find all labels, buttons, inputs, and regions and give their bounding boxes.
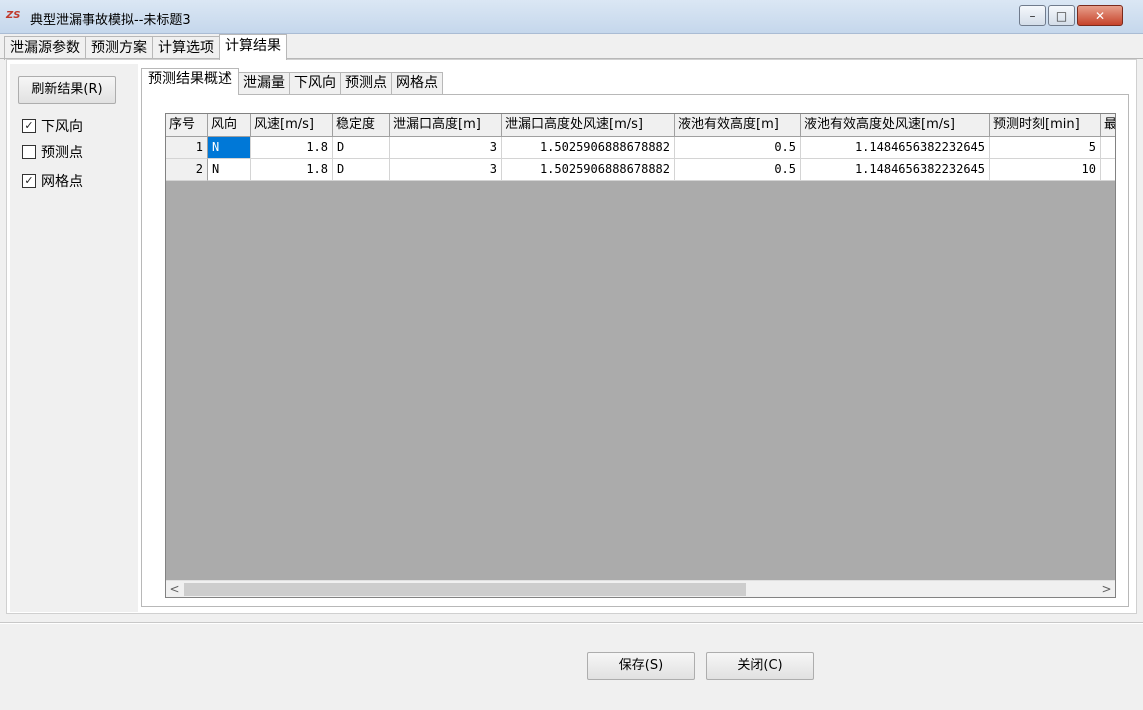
table-cell[interactable]: 1: [166, 137, 208, 159]
table-cell[interactable]: 10: [990, 159, 1101, 181]
window-controls: – □ ✕: [1019, 5, 1123, 26]
table-cell[interactable]: [1101, 159, 1115, 181]
tab-prediction-points[interactable]: 预测点: [340, 72, 392, 94]
table-cell[interactable]: 0.5: [675, 137, 801, 159]
table-cell-selected[interactable]: N: [208, 137, 251, 159]
table-cell[interactable]: 1.1484656382232645: [801, 159, 990, 181]
table-cell[interactable]: 1.8: [251, 137, 333, 159]
column-header[interactable]: 预测时刻[min]: [990, 114, 1101, 137]
scroll-left-icon[interactable]: <: [166, 581, 183, 597]
tab-downwind[interactable]: 下风向: [289, 72, 341, 94]
table-cell[interactable]: 3: [390, 159, 502, 181]
table-cell[interactable]: [1101, 137, 1115, 159]
window-title: 典型泄漏事故模拟--未标题3: [30, 13, 191, 28]
table-cell[interactable]: 1.8: [251, 159, 333, 181]
tab-grid-points[interactable]: 网格点: [391, 72, 443, 94]
column-header[interactable]: 最: [1101, 114, 1115, 137]
minimize-button[interactable]: –: [1019, 5, 1046, 26]
table-row[interactable]: 2 N 1.8 D 3 1.5025906888678882 0.5 1.148…: [166, 159, 1115, 181]
column-header[interactable]: 风向: [208, 114, 251, 137]
column-header[interactable]: 稳定度: [333, 114, 390, 137]
table-cell[interactable]: 1.1484656382232645: [801, 137, 990, 159]
table-cell[interactable]: 1.5025906888678882: [502, 159, 675, 181]
tab-leak-amount[interactable]: 泄漏量: [238, 72, 290, 94]
side-panel: 刷新结果(R) ✓ 下风向 预测点 ✓ 网格点: [10, 64, 138, 612]
results-tabs: 预测结果概述 泄漏量 下风向 预测点 网格点: [141, 68, 443, 95]
table-cell[interactable]: 5: [990, 137, 1101, 159]
tab-prediction-plan[interactable]: 预测方案: [85, 36, 153, 60]
main-tabs: 泄漏源参数 预测方案 计算选项 计算结果: [4, 34, 287, 60]
horizontal-scrollbar[interactable]: < >: [166, 580, 1115, 597]
results-grid[interactable]: 序号 风向 风速[m/s] 稳定度 泄漏口高度[m] 泄漏口高度处风速[m/s]…: [165, 113, 1116, 598]
checkbox-label: 预测点: [41, 145, 83, 161]
table-cell[interactable]: D: [333, 137, 390, 159]
table-cell[interactable]: 3: [390, 137, 502, 159]
save-button[interactable]: 保存(S): [587, 652, 695, 680]
scroll-right-icon[interactable]: >: [1098, 581, 1115, 597]
title-bar: ZS 典型泄漏事故模拟--未标题3 – □ ✕: [0, 0, 1143, 34]
tab-results-overview[interactable]: 预测结果概述: [141, 68, 239, 95]
tab-calc-options[interactable]: 计算选项: [152, 36, 220, 60]
column-header[interactable]: 液池有效高度处风速[m/s]: [801, 114, 990, 137]
footer-divider-highlight: [0, 623, 1143, 624]
column-header[interactable]: 风速[m/s]: [251, 114, 333, 137]
checkbox-downwind[interactable]: ✓ 下风向: [22, 116, 83, 136]
column-header[interactable]: 序号: [166, 114, 208, 137]
column-header[interactable]: 泄漏口高度处风速[m/s]: [502, 114, 675, 137]
table-cell[interactable]: 2: [166, 159, 208, 181]
tab-calc-results[interactable]: 计算结果: [219, 34, 287, 60]
app-window: ZS 典型泄漏事故模拟--未标题3 – □ ✕ 泄漏源参数 预测方案 计算选项 …: [0, 0, 1143, 710]
close-icon: ✕: [1094, 8, 1106, 23]
grid-header: 序号 风向 风速[m/s] 稳定度 泄漏口高度[m] 泄漏口高度处风速[m/s]…: [166, 114, 1115, 137]
checkbox-checked-icon: ✓: [22, 174, 36, 188]
maximize-icon: □: [1055, 8, 1068, 23]
app-logo-icon: ZS: [6, 10, 21, 21]
column-header[interactable]: 泄漏口高度[m]: [390, 114, 502, 137]
minimize-icon: –: [1029, 8, 1036, 23]
column-header[interactable]: 液池有效高度[m]: [675, 114, 801, 137]
table-cell[interactable]: 1.5025906888678882: [502, 137, 675, 159]
checkbox-prediction-point[interactable]: 预测点: [22, 142, 83, 162]
close-window-button[interactable]: ✕: [1077, 5, 1123, 26]
close-button[interactable]: 关闭(C): [706, 652, 814, 680]
maximize-button[interactable]: □: [1048, 5, 1075, 26]
checkbox-unchecked-icon: [22, 145, 36, 159]
checkbox-label: 网格点: [41, 174, 83, 190]
refresh-results-button[interactable]: 刷新结果(R): [18, 76, 116, 104]
tab-leak-source-params[interactable]: 泄漏源参数: [4, 36, 86, 60]
checkbox-label: 下风向: [41, 119, 83, 135]
table-cell[interactable]: N: [208, 159, 251, 181]
scrollbar-thumb[interactable]: [184, 583, 746, 596]
table-cell[interactable]: 0.5: [675, 159, 801, 181]
checkbox-grid-point[interactable]: ✓ 网格点: [22, 171, 83, 191]
checkbox-checked-icon: ✓: [22, 119, 36, 133]
table-row[interactable]: 1 N 1.8 D 3 1.5025906888678882 0.5 1.148…: [166, 137, 1115, 159]
table-cell[interactable]: D: [333, 159, 390, 181]
